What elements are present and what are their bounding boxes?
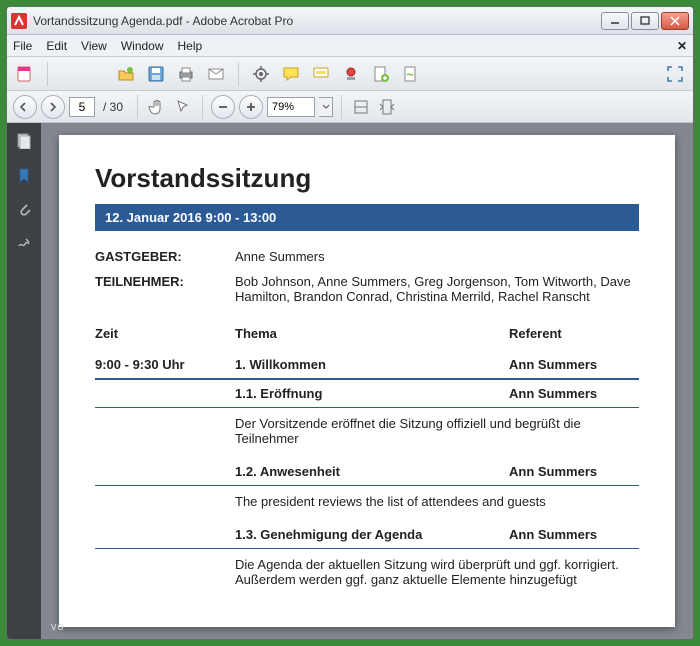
toolbar xyxy=(7,57,693,91)
sign-icon[interactable] xyxy=(399,62,423,86)
highlight-icon[interactable] xyxy=(309,62,333,86)
close-doc-button[interactable]: ✕ xyxy=(677,39,687,53)
attendees-label: TEILNEHMER: xyxy=(95,274,235,304)
email-icon[interactable] xyxy=(204,62,228,86)
app-window: Vortandssitzung Agenda.pdf - Adobe Acrob… xyxy=(6,6,694,640)
nav-separator xyxy=(341,95,342,119)
attachments-icon[interactable] xyxy=(14,199,34,219)
agenda-referent: Ann Summers xyxy=(509,386,639,401)
maximize-button[interactable] xyxy=(631,12,659,30)
save-icon[interactable] xyxy=(144,62,168,86)
agenda-topic: 1.2. Anwesenheit xyxy=(235,464,509,479)
zoom-in-button[interactable] xyxy=(239,95,263,119)
agenda-referent: Ann Summers xyxy=(509,464,639,479)
agenda-description: Die Agenda der aktuellen Sitzung wird üb… xyxy=(95,549,639,599)
next-page-button[interactable] xyxy=(41,95,65,119)
page-number-input[interactable] xyxy=(69,97,95,117)
col-header-time: Zeit xyxy=(95,326,235,341)
nav-separator xyxy=(202,95,203,119)
menu-window[interactable]: Window xyxy=(121,39,164,53)
stamp-icon[interactable] xyxy=(339,62,363,86)
agenda-topic: 1.3. Genehmigung der Agenda xyxy=(235,527,509,542)
titlebar: Vortandssitzung Agenda.pdf - Adobe Acrob… xyxy=(7,7,693,35)
watermark: vo xyxy=(51,621,65,633)
window-controls xyxy=(601,12,689,30)
workspace: Vorstandssitzung 12. Januar 2016 9:00 - … xyxy=(7,123,693,639)
bookmarks-icon[interactable] xyxy=(14,165,34,185)
open-icon[interactable] xyxy=(114,62,138,86)
sidepanel xyxy=(7,123,41,639)
create-pdf-icon[interactable] xyxy=(13,62,37,86)
zoom-dropdown[interactable] xyxy=(319,97,333,117)
agenda-referent: Ann Summers xyxy=(509,527,639,542)
agenda-topic: 1.1. Eröffnung xyxy=(235,386,509,401)
col-header-referent: Referent xyxy=(509,326,639,341)
menu-help[interactable]: Help xyxy=(178,39,203,53)
agenda-referent: Ann Summers xyxy=(509,357,639,372)
fullscreen-icon[interactable] xyxy=(663,62,687,86)
window-title: Vortandssitzung Agenda.pdf - Adobe Acrob… xyxy=(33,14,601,28)
insert-page-icon[interactable] xyxy=(369,62,393,86)
doc-title: Vorstandssitzung xyxy=(95,163,639,194)
menu-file[interactable]: File xyxy=(13,39,32,53)
menu-edit[interactable]: Edit xyxy=(46,39,67,53)
zoom-out-button[interactable] xyxy=(211,95,235,119)
host-label: GASTGEBER: xyxy=(95,249,235,264)
agenda-description: The president reviews the list of attend… xyxy=(95,486,639,521)
nav-separator xyxy=(137,95,138,119)
col-header-topic: Thema xyxy=(235,326,509,341)
fit-width-icon[interactable] xyxy=(350,96,372,118)
menubar: File Edit View Window Help ✕ xyxy=(7,35,693,57)
page-total-label: / 30 xyxy=(103,100,123,114)
hand-tool-icon[interactable] xyxy=(146,96,168,118)
agenda-row: 1.3. Genehmigung der Agenda Ann Summers xyxy=(95,521,639,549)
agenda-topic: 1. Willkommen xyxy=(235,357,509,372)
select-tool-icon[interactable] xyxy=(172,96,194,118)
settings-icon[interactable] xyxy=(249,62,273,86)
attendees-value: Bob Johnson, Anne Summers, Greg Jorgenso… xyxy=(235,274,639,304)
fit-page-icon[interactable] xyxy=(376,96,398,118)
host-value: Anne Summers xyxy=(235,249,639,264)
agenda-description: Der Vorsitzende eröffnet die Sitzung off… xyxy=(95,408,639,458)
navbar: / 30 xyxy=(7,91,693,123)
agenda-row: 1.1. Eröffnung Ann Summers xyxy=(95,380,639,408)
agenda-row: 9:00 - 9:30 Uhr 1. Willkommen Ann Summer… xyxy=(95,351,639,380)
thumbnails-icon[interactable] xyxy=(14,131,34,151)
pdf-page: Vorstandssitzung 12. Januar 2016 9:00 - … xyxy=(59,135,675,627)
signatures-icon[interactable] xyxy=(14,233,34,253)
agenda-row: 1.2. Anwesenheit Ann Summers xyxy=(95,458,639,486)
comment-icon[interactable] xyxy=(279,62,303,86)
toolbar-separator xyxy=(47,62,48,86)
zoom-input[interactable] xyxy=(267,97,315,117)
agenda-time: 9:00 - 9:30 Uhr xyxy=(95,357,235,372)
menu-view[interactable]: View xyxy=(81,39,107,53)
prev-page-button[interactable] xyxy=(13,95,37,119)
app-icon xyxy=(11,13,27,29)
minimize-button[interactable] xyxy=(601,12,629,30)
doc-date-bar: 12. Januar 2016 9:00 - 13:00 xyxy=(95,204,639,231)
close-button[interactable] xyxy=(661,12,689,30)
toolbar-separator xyxy=(238,62,239,86)
print-icon[interactable] xyxy=(174,62,198,86)
document-viewer[interactable]: Vorstandssitzung 12. Januar 2016 9:00 - … xyxy=(41,123,693,639)
